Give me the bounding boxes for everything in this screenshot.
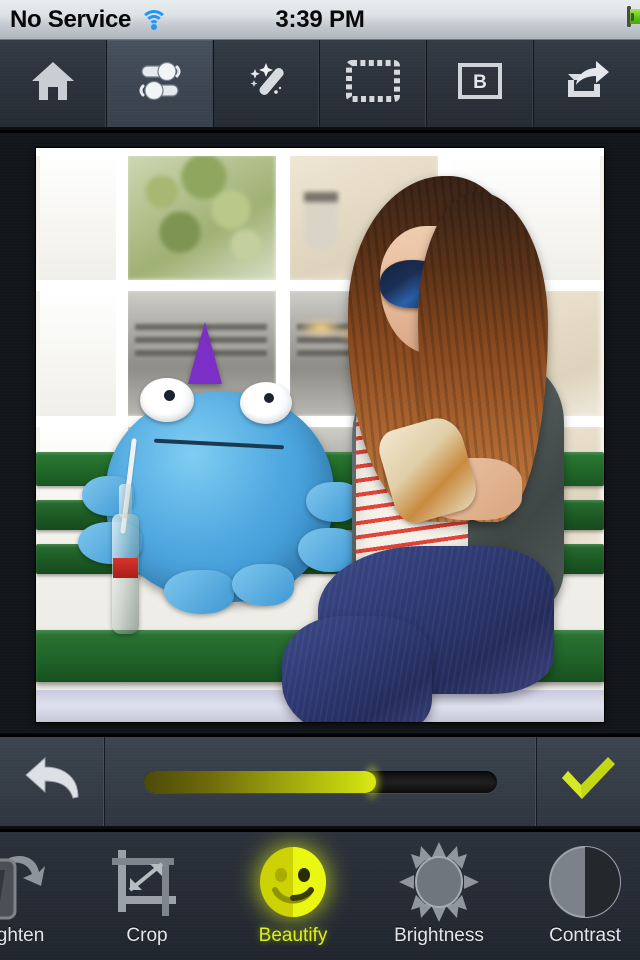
effects-button[interactable] bbox=[214, 40, 321, 127]
photo-woman bbox=[268, 166, 604, 722]
adjust-button[interactable] bbox=[106, 40, 214, 127]
share-button[interactable] bbox=[534, 40, 640, 127]
sliders-icon bbox=[135, 59, 185, 108]
undo-button[interactable] bbox=[0, 737, 105, 826]
text-button[interactable]: B bbox=[427, 40, 535, 127]
tool-label: Brightness bbox=[394, 925, 484, 946]
slider-fill bbox=[143, 770, 377, 793]
photo-canvas[interactable] bbox=[0, 133, 640, 735]
brightness-sun-icon bbox=[397, 840, 481, 924]
text-box-b-icon: B bbox=[454, 60, 506, 107]
status-bar: No Service 3:39 PM ⚡ bbox=[0, 0, 640, 40]
photo-bottle bbox=[110, 438, 150, 654]
top-toolbar: B bbox=[0, 40, 640, 130]
share-icon bbox=[562, 59, 612, 108]
home-button[interactable] bbox=[0, 40, 107, 127]
battery-charging-icon: ⚡ bbox=[627, 6, 640, 27]
tool-brightness[interactable]: Brightness bbox=[366, 832, 512, 960]
edited-photo[interactable] bbox=[36, 148, 604, 722]
contrast-circle-icon bbox=[547, 840, 623, 924]
undo-arrow-icon bbox=[21, 754, 83, 809]
frames-button[interactable] bbox=[320, 40, 428, 127]
tool-label: Contrast bbox=[549, 925, 621, 946]
magic-wand-icon bbox=[244, 59, 290, 108]
beautify-smiley-icon bbox=[256, 840, 330, 924]
tool-straighten[interactable]: Straighten bbox=[0, 832, 74, 960]
svg-text:B: B bbox=[473, 72, 487, 93]
tool-label: Beautify bbox=[258, 925, 328, 946]
home-icon bbox=[30, 60, 76, 107]
adjustment-slider-bar bbox=[0, 737, 640, 829]
clock-label: 3:39 PM bbox=[275, 5, 365, 33]
apply-button[interactable] bbox=[535, 737, 640, 826]
tool-label: Crop bbox=[126, 925, 168, 946]
beautify-intensity-slider[interactable] bbox=[143, 770, 497, 793]
tool-crop[interactable]: Crop bbox=[74, 832, 220, 960]
tool-label: Straighten bbox=[0, 925, 45, 946]
frame-icon bbox=[344, 58, 402, 109]
photo-editor-app: No Service 3:39 PM ⚡ bbox=[0, 0, 640, 960]
slider-track-area[interactable] bbox=[105, 737, 535, 826]
tool-carousel[interactable]: Straighten Crop bbox=[0, 832, 640, 960]
tool-contrast[interactable]: Contrast bbox=[512, 832, 640, 960]
straighten-icon bbox=[0, 840, 49, 924]
crop-icon bbox=[104, 840, 190, 924]
tool-beautify[interactable]: Beautify bbox=[220, 832, 366, 960]
checkmark-icon bbox=[556, 754, 620, 809]
